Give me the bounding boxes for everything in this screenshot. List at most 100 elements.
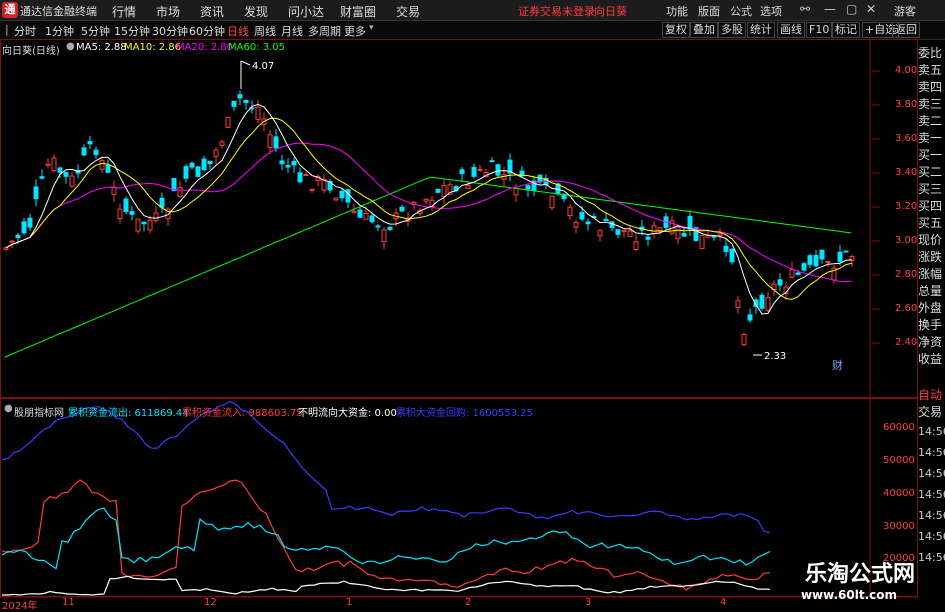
- candle-body: [69, 175, 75, 187]
- menu-ask[interactable]: 问小达: [288, 3, 324, 20]
- scroll-left-icon[interactable]: |: [5, 23, 9, 36]
- app-logo-icon: 通: [2, 2, 18, 18]
- btn-adjust[interactable]: 复权: [662, 22, 690, 38]
- period-1min[interactable]: 1分钟: [45, 23, 74, 39]
- watermark-url: www.60lt.com: [800, 588, 897, 602]
- side-label: 涨幅: [918, 267, 943, 281]
- side-label: 卖二: [918, 114, 943, 128]
- period-daily[interactable]: 日线: [227, 23, 249, 39]
- side-label: 买二: [918, 165, 943, 179]
- price-tick: 3.00: [895, 235, 918, 246]
- candle-body: [3, 247, 9, 250]
- menu-wealth[interactable]: 财富圈: [340, 3, 376, 20]
- candle-body: [651, 225, 657, 234]
- price-tick: 2.40: [895, 337, 918, 348]
- candle-body: [9, 240, 15, 243]
- candle-body: [573, 222, 579, 228]
- candle-body: [489, 160, 495, 163]
- window-maximize-icon[interactable]: ▢: [846, 2, 857, 16]
- side-label: 委比: [918, 46, 943, 60]
- menu-options[interactable]: 选项: [760, 3, 782, 19]
- kline-chart[interactable]: 4.07 2.33 财: [0, 39, 918, 609]
- menu-formula[interactable]: 公式: [730, 3, 752, 19]
- candle-body: [741, 333, 747, 346]
- candle-body: [837, 251, 843, 262]
- candle-body: [291, 161, 297, 166]
- price-grid: [872, 70, 880, 344]
- candle-body: [471, 166, 477, 177]
- ma60-line: [4, 176, 852, 358]
- btn-f10[interactable]: F10: [806, 22, 833, 38]
- candle-body: [747, 314, 753, 321]
- side-label: 涨跌: [918, 250, 943, 264]
- indicator-panel-border: [0, 398, 918, 597]
- period-5min[interactable]: 5分钟: [81, 23, 110, 39]
- candle-body: [219, 141, 225, 147]
- trade-label[interactable]: 交易: [918, 403, 942, 420]
- candle-body: [303, 174, 309, 177]
- btn-mark[interactable]: 标记: [832, 22, 860, 38]
- period-30min[interactable]: 30分钟: [152, 23, 188, 39]
- candle-body: [423, 198, 429, 202]
- btn-stats[interactable]: 统计: [747, 22, 775, 38]
- candle-body: [159, 197, 165, 208]
- candle-body: [87, 141, 93, 145]
- candle-body: [267, 134, 273, 149]
- legend-toggle-icon[interactable]: ●: [66, 41, 75, 52]
- candle-body: [441, 184, 447, 197]
- side-label: 卖五: [918, 63, 943, 77]
- date-label: 4: [720, 597, 727, 608]
- btn-overlay[interactable]: 叠加: [690, 22, 718, 38]
- period-more[interactable]: 更多: [344, 23, 366, 39]
- candle-body: [363, 212, 369, 220]
- date-label: 2: [465, 597, 472, 608]
- candle-body: [237, 94, 243, 99]
- stock-title: 向日葵: [594, 5, 627, 18]
- login-warning[interactable]: 证券交易未登录: [518, 3, 595, 19]
- menu-discover[interactable]: 发现: [244, 3, 268, 20]
- indicator-tick: 30000: [883, 521, 915, 532]
- chevron-down-icon[interactable]: ▾: [369, 23, 374, 33]
- btn-multi-stock[interactable]: 多股: [718, 22, 746, 38]
- period-multi[interactable]: 多周期: [308, 23, 341, 39]
- legend-unknown: 不明流向大资金: 0.00: [298, 408, 397, 419]
- menu-trade[interactable]: 交易: [396, 3, 420, 20]
- btn-draw[interactable]: 画线: [777, 22, 805, 38]
- window-close-icon[interactable]: ✕: [866, 2, 876, 16]
- period-60min[interactable]: 60分钟: [189, 23, 225, 39]
- window-minimize-icon[interactable]: ⚯: [800, 2, 810, 16]
- period-weekly[interactable]: 周线: [254, 23, 276, 39]
- side-label: 现价: [918, 233, 943, 247]
- finance-mark[interactable]: 财: [832, 358, 843, 372]
- period-intraday[interactable]: 分时: [14, 23, 36, 39]
- menu-function[interactable]: 功能: [666, 3, 688, 19]
- candle-body: [273, 136, 279, 149]
- menu-layout[interactable]: 版面: [698, 3, 720, 19]
- candle-body: [189, 162, 195, 168]
- side-label: 卖四: [918, 80, 943, 94]
- candle-body: [147, 219, 153, 231]
- period-15min[interactable]: 15分钟: [114, 23, 150, 39]
- menu-news[interactable]: 资讯: [200, 3, 224, 20]
- side-label: 卖三: [918, 97, 943, 111]
- indicator-toggle-icon[interactable]: ●: [4, 403, 13, 414]
- candle-body: [735, 300, 741, 308]
- date-label: 11: [62, 597, 75, 608]
- btn-back[interactable]: 返回: [892, 22, 920, 38]
- price-tick: 3.60: [895, 133, 918, 144]
- menu-market[interactable]: 市场: [156, 3, 180, 20]
- legend-ma60: MA60: 3.05: [228, 42, 286, 53]
- indicator-tick: 60000: [883, 422, 915, 433]
- window-restore-icon[interactable]: —: [824, 2, 836, 16]
- period-monthly[interactable]: 月线: [281, 23, 303, 39]
- candle-body: [45, 163, 51, 166]
- high-marker-arrow: [240, 60, 251, 66]
- candle-body: [585, 221, 591, 225]
- guest-label[interactable]: 游客: [894, 3, 916, 19]
- menu-quotes[interactable]: 行情: [112, 3, 136, 20]
- candle-body: [39, 176, 45, 179]
- auto-label[interactable]: 自动: [918, 386, 942, 403]
- candle-body: [351, 210, 357, 214]
- price-tick: 2.80: [895, 269, 918, 280]
- tick-time: 14:56: [918, 551, 945, 564]
